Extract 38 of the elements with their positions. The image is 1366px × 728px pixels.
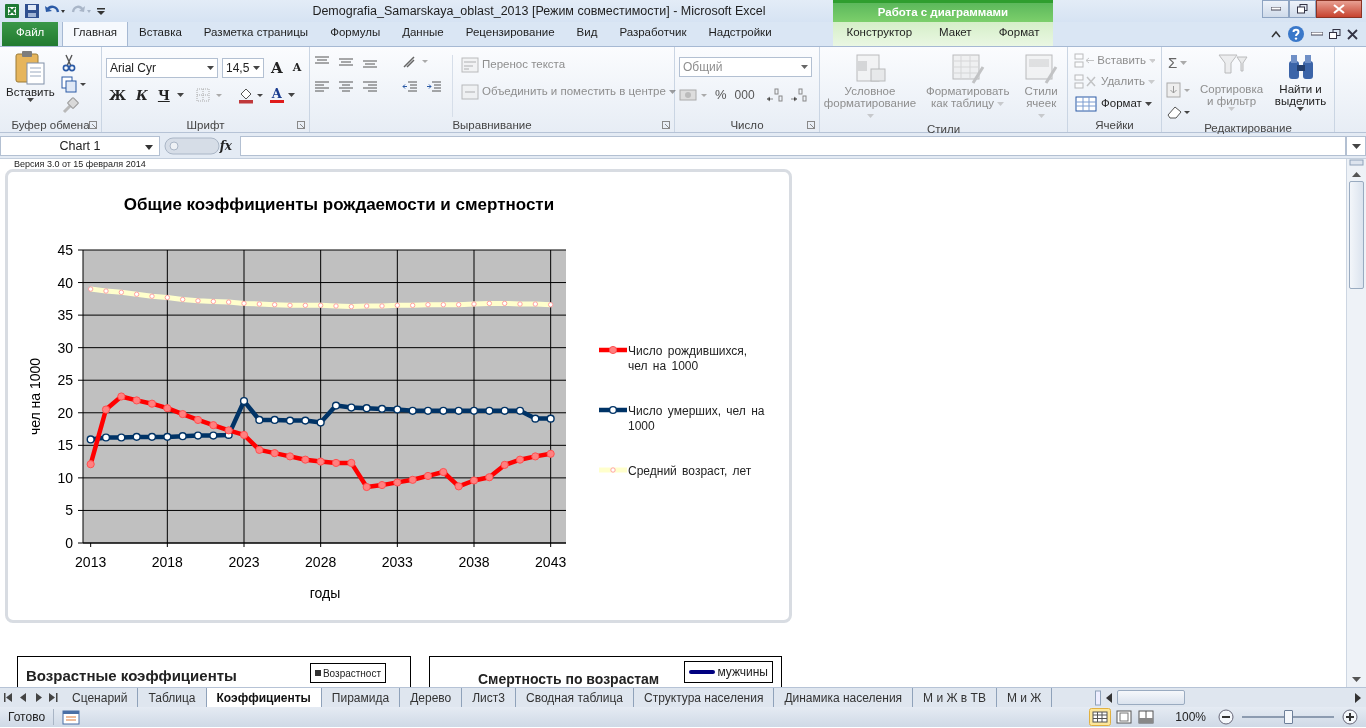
axis-tick-label: 2033	[381, 554, 413, 570]
axis-title: чел на 1000	[27, 357, 43, 436]
chart-title: Смертность по возрастам	[478, 670, 660, 687]
legend-label: Возрастност	[322, 666, 381, 681]
group-label: Шрифт	[186, 119, 225, 131]
axis-tick-label: 15	[57, 437, 73, 454]
legend-label: мужчины	[717, 664, 768, 681]
axis-tick-label: 25	[57, 372, 73, 389]
group-label: Стили	[926, 123, 961, 135]
axis-tick-label: 2013	[75, 554, 107, 570]
axis-tick-label: 0	[65, 535, 73, 551]
group-label: Буфер обмена	[11, 119, 90, 131]
axis-title: годы	[309, 585, 341, 601]
status-text: Готово	[7, 709, 47, 726]
chart-title: Общие коэффициенты рождаемости и смертности	[123, 195, 555, 214]
version-note: Версия 3.0 от 15 февраля 2014	[13, 159, 147, 169]
window-title: Demografia_Samarskaya_oblast_2013 [Режим совместимости] - Microsoft Excel	[311, 2, 767, 20]
group-label: Ячейки	[1095, 119, 1134, 131]
contextual-tab-group-label: Работа с диаграммами	[833, 0, 1053, 22]
axis-tick-label: 2023	[228, 554, 260, 570]
chart-title: Возрастные коэффициенты	[26, 666, 237, 686]
axis-tick-label: 40	[57, 274, 73, 291]
axis-tick-label: 2038	[458, 554, 490, 570]
axis-tick-label: 45	[57, 242, 73, 258]
axis-tick-label: 5	[65, 502, 73, 519]
group-label: Число	[730, 119, 764, 131]
axis-tick-label: 10	[57, 469, 73, 486]
group-label: Выравнивание	[452, 119, 532, 131]
axis-tick-label: 2018	[151, 554, 183, 570]
legend-label: Средний возраст, лет	[628, 464, 753, 479]
axis-tick-label: 2028	[305, 554, 337, 570]
legend-label: Число рождившихся, чел на 1000	[628, 344, 749, 374]
legend-label: Число умерших, чел на 1000	[628, 404, 766, 434]
group-label: Редактирование	[1204, 121, 1292, 134]
axis-tick-label: 30	[57, 339, 73, 356]
axis-tick-label: 35	[57, 307, 73, 324]
axis-tick-label: 2043	[535, 554, 567, 570]
axis-tick-label: 20	[57, 404, 73, 421]
